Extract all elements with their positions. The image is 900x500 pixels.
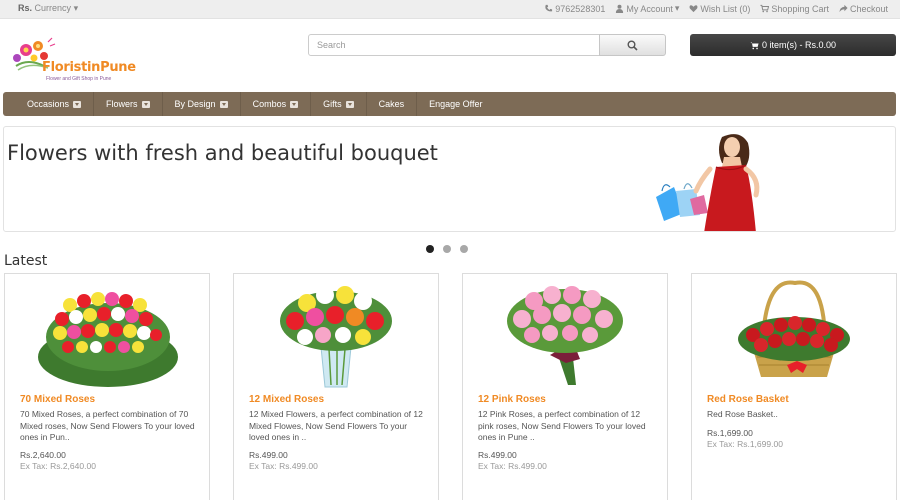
nav-item-cakes[interactable]: Cakes bbox=[367, 92, 418, 116]
share-arrow-icon bbox=[839, 4, 848, 13]
product-description: 12 Mixed Flowers, a perfect combination … bbox=[249, 409, 423, 442]
checkout-label: Checkout bbox=[849, 3, 888, 14]
nav-label: Gifts bbox=[323, 99, 342, 109]
pink-roses-bouquet-image[interactable] bbox=[488, 277, 643, 389]
currency-selector[interactable]: Rs. Currency ▾ bbox=[18, 3, 78, 14]
mixed-roses-bouquet-image[interactable] bbox=[30, 277, 185, 389]
heart-icon bbox=[689, 4, 698, 13]
my-account-link[interactable]: My Account ▾ bbox=[615, 3, 679, 14]
nav-label: Cakes bbox=[378, 99, 405, 109]
product-name[interactable]: 12 Pink Roses bbox=[478, 394, 546, 405]
cart-icon bbox=[760, 4, 770, 13]
cart-summary: 0 item(s) - Rs.0.00 bbox=[761, 40, 837, 50]
main-nav: Occasions Flowers By Design Combos Gifts… bbox=[3, 92, 896, 116]
nav-item-gifts[interactable]: Gifts bbox=[311, 92, 367, 116]
dropdown-icon bbox=[141, 100, 150, 108]
top-bar: Rs. Currency ▾ 9762528301 My Account ▾ W… bbox=[0, 0, 900, 19]
carousel-dot-1[interactable] bbox=[426, 245, 434, 253]
product-name[interactable]: 12 Mixed Roses bbox=[249, 394, 324, 405]
cart-button[interactable]: 0 item(s) - Rs.0.00 bbox=[690, 34, 896, 56]
nav-item-flowers[interactable]: Flowers bbox=[94, 92, 163, 116]
product-card[interactable]: 70 Mixed Roses 70 Mixed Roses, a perfect… bbox=[4, 273, 210, 500]
search-input[interactable] bbox=[308, 34, 600, 56]
dropdown-icon bbox=[73, 100, 82, 108]
nav-item-engage-offer[interactable]: Engage Offer bbox=[417, 92, 494, 116]
phone-link[interactable]: 9762528301 bbox=[544, 3, 605, 14]
cart-icon bbox=[750, 41, 759, 50]
dropdown-icon bbox=[219, 100, 228, 108]
product-card[interactable]: 12 Mixed Roses 12 Mixed Flowers, a perfe… bbox=[233, 273, 439, 500]
latest-heading: Latest bbox=[4, 253, 48, 269]
nav-label: Engage Offer bbox=[429, 99, 483, 109]
product-ex-tax: Ex Tax: Rs.499.00 bbox=[249, 461, 318, 471]
red-rose-basket-image[interactable] bbox=[717, 277, 872, 389]
phone-number: 9762528301 bbox=[555, 3, 606, 14]
product-price: Rs.499.00 bbox=[478, 450, 517, 460]
caret-down-icon: ▾ bbox=[73, 3, 79, 13]
nav-label: Flowers bbox=[106, 99, 138, 109]
product-price: Rs.1,699.00 bbox=[707, 428, 753, 438]
product-card[interactable]: 12 Pink Roses 12 Pink Roses, a perfect c… bbox=[462, 273, 668, 500]
site-logo[interactable]: FloristinPune Flower and Gift Shop in Pu… bbox=[8, 36, 158, 86]
logo-tagline: Flower and Gift Shop in Pune bbox=[46, 76, 112, 82]
dropdown-icon bbox=[345, 100, 354, 108]
currency-symbol: Rs. bbox=[18, 3, 33, 13]
logo-text: FloristinPune bbox=[42, 60, 136, 75]
roses-vase-image[interactable] bbox=[259, 277, 414, 389]
hero-banner[interactable]: Flowers with fresh and beautiful bouquet bbox=[3, 126, 896, 232]
product-price: Rs.2,640.00 bbox=[20, 450, 66, 460]
currency-label: Currency bbox=[34, 3, 72, 13]
product-description: 70 Mixed Roses, a perfect combination of… bbox=[20, 409, 195, 442]
nav-item-by-design[interactable]: By Design bbox=[163, 92, 241, 116]
my-account-label: My Account bbox=[626, 3, 673, 14]
shopping-cart-label: Shopping Cart bbox=[771, 3, 829, 14]
nav-label: Occasions bbox=[27, 99, 70, 109]
wish-list-label: Wish List (0) bbox=[700, 3, 751, 14]
product-description: Red Rose Basket.. bbox=[707, 409, 778, 419]
product-grid: 70 Mixed Roses 70 Mixed Roses, a perfect… bbox=[0, 273, 900, 500]
phone-icon bbox=[544, 4, 553, 13]
product-description: 12 Pink Roses, a perfect combination of … bbox=[478, 409, 646, 442]
nav-item-occasions[interactable]: Occasions bbox=[3, 92, 95, 116]
shopping-cart-link[interactable]: Shopping Cart bbox=[760, 3, 829, 14]
carousel-pagination bbox=[426, 245, 468, 253]
product-card[interactable]: Red Rose Basket Red Rose Basket.. Rs.1,6… bbox=[691, 273, 897, 500]
product-ex-tax: Ex Tax: Rs.1,699.00 bbox=[707, 439, 783, 449]
nav-label: By Design bbox=[174, 99, 216, 109]
shopping-woman-image bbox=[656, 134, 760, 231]
wish-list-link[interactable]: Wish List (0) bbox=[689, 3, 750, 14]
carousel-dot-2[interactable] bbox=[443, 245, 451, 253]
product-price: Rs.499.00 bbox=[249, 450, 288, 460]
nav-label: Combos bbox=[252, 99, 287, 109]
product-name[interactable]: Red Rose Basket bbox=[707, 394, 789, 405]
search-icon bbox=[627, 40, 638, 51]
product-ex-tax: Ex Tax: Rs.499.00 bbox=[478, 461, 547, 471]
carousel-dot-3[interactable] bbox=[460, 245, 468, 253]
search-bar bbox=[308, 34, 666, 56]
product-ex-tax: Ex Tax: Rs.2,640.00 bbox=[20, 461, 96, 471]
nav-item-combos[interactable]: Combos bbox=[241, 92, 312, 116]
search-button[interactable] bbox=[599, 34, 666, 56]
user-icon bbox=[615, 4, 624, 13]
banner-title: Flowers with fresh and beautiful bouquet bbox=[7, 141, 438, 165]
dropdown-icon bbox=[290, 100, 299, 108]
caret-down-icon: ▾ bbox=[674, 3, 680, 13]
product-name[interactable]: 70 Mixed Roses bbox=[20, 394, 95, 405]
checkout-link[interactable]: Checkout bbox=[839, 3, 888, 14]
